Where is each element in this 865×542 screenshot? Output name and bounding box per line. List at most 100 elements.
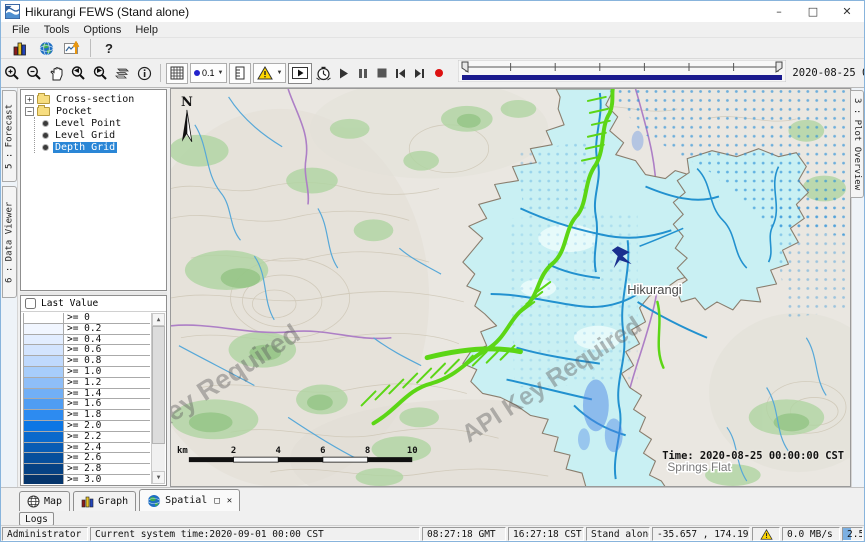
left-panel: + Cross-section − Pocket Level Point: [18, 88, 169, 487]
svg-text:N: N: [181, 95, 193, 110]
boxed-play-icon: [292, 67, 308, 79]
scroll-up-icon[interactable]: ▲: [152, 313, 165, 326]
app-window: Hikurangi FEWS (Stand alone) – □ ✕ File …: [0, 0, 865, 542]
tree-item-depth-grid[interactable]: Depth Grid: [41, 141, 166, 153]
animation-timer-button[interactable]: [312, 63, 334, 84]
warning-dropdown[interactable]: ▼: [253, 63, 286, 83]
step-forward-button[interactable]: [410, 63, 429, 84]
legend-row-label: >= 0.2: [64, 324, 150, 334]
tab-spatial[interactable]: Spatial □ ✕: [139, 489, 240, 511]
float-tab-icon[interactable]: □: [214, 496, 219, 506]
legend-row-label: >= 0.8: [64, 356, 150, 366]
tab-plot-overview[interactable]: 3 : Plot Overview: [850, 90, 864, 198]
legend-row-label: >= 1.6: [64, 399, 150, 409]
globe-icon: [39, 41, 54, 56]
map-display-button[interactable]: [33, 39, 59, 58]
layers-icon: [114, 66, 130, 80]
legend-row: >= 2.2: [24, 432, 150, 443]
bottom-tab-bar: Map Graph Spatial □: [1, 487, 864, 511]
grid-display-button[interactable]: [7, 39, 33, 58]
status-system-time: Current system time:2020-09-01 00:00 CST: [90, 527, 420, 541]
tree-item-level-grid[interactable]: Level Grid: [41, 129, 166, 141]
legend-color-swatch: [24, 432, 64, 442]
legend-row-label: >= 0.4: [64, 335, 150, 345]
step-back-icon: [395, 68, 406, 79]
logs-tab[interactable]: Logs: [19, 512, 54, 526]
record-button[interactable]: [429, 63, 448, 84]
maximize-button[interactable]: □: [796, 1, 830, 22]
tab-forecast[interactable]: 5 : Forecast: [2, 90, 17, 182]
current-datetime-label: 2020-08-25 00:00:00 CST: [792, 67, 865, 79]
timeseries-display-button[interactable]: [59, 39, 85, 58]
status-gmt-time: 08:27:18 GMT: [422, 527, 506, 541]
title-bar: Hikurangi FEWS (Stand alone) – □ ✕: [1, 1, 864, 22]
legend-row-label: >= 1.2: [64, 378, 150, 388]
legend-rows: >= 0>= 0.2>= 0.4>= 0.6>= 0.8>= 1.0>= 1.2…: [23, 313, 150, 484]
folder-icon: [37, 107, 50, 116]
warning-icon: [760, 529, 773, 540]
info-button[interactable]: [133, 63, 155, 84]
presentation-button[interactable]: [288, 63, 312, 84]
zoom-out-button[interactable]: [23, 63, 45, 84]
main-area: 5 : Forecast 6 : Data Viewer + Cross-sec…: [1, 88, 864, 487]
close-tab-icon[interactable]: ✕: [227, 496, 232, 506]
folder-icon: [37, 95, 50, 104]
time-slider[interactable]: [458, 60, 786, 87]
tab-graph[interactable]: Graph: [73, 491, 136, 511]
zoom-forward-icon: [92, 65, 108, 81]
layers-button[interactable]: [111, 63, 133, 84]
legend-color-swatch: [24, 367, 64, 377]
map-time-label: Time: 2020-08-25 00:00:00 CST: [662, 450, 844, 462]
globe-icon: [147, 494, 161, 508]
last-value-label: Last Value: [41, 298, 98, 309]
menu-options[interactable]: Options: [76, 24, 128, 36]
zoom-next-button[interactable]: [89, 63, 111, 84]
scroll-down-icon[interactable]: ▼: [152, 471, 165, 484]
pause-button[interactable]: [353, 63, 372, 84]
status-warning: [752, 527, 780, 541]
zoom-previous-button[interactable]: [67, 63, 89, 84]
zoom-in-button[interactable]: [1, 63, 23, 84]
help-button[interactable]: ?: [96, 39, 122, 58]
menu-tools[interactable]: Tools: [37, 24, 77, 36]
grid-overlay-button[interactable]: [166, 63, 188, 84]
scroll-thumb[interactable]: [152, 326, 165, 444]
stop-icon: [377, 68, 387, 78]
legend-color-swatch: [24, 378, 64, 388]
tree-item-cross-section[interactable]: + Cross-section: [25, 93, 166, 105]
map-view[interactable]: API Key Required API Key Required Hikura…: [170, 88, 851, 487]
main-toolbar: ?: [1, 38, 864, 59]
tree-item-level-point[interactable]: Level Point: [41, 117, 166, 129]
town-label: Hikurangi: [627, 282, 681, 297]
menu-file[interactable]: File: [5, 24, 37, 36]
status-local-time: 16:27:18 CST: [508, 527, 584, 541]
wire-globe-icon: [27, 495, 40, 508]
layer-dot-icon: [43, 133, 48, 138]
last-value-checkbox[interactable]: [25, 298, 36, 309]
interval-dropdown[interactable]: 0.1 ▼: [190, 63, 227, 83]
status-user: Administrator: [2, 527, 88, 541]
pan-button[interactable]: [45, 63, 67, 84]
tab-data-viewer[interactable]: 6 : Data Viewer: [2, 186, 17, 298]
legend-color-swatch: [24, 324, 64, 334]
scale-bar-button[interactable]: [229, 63, 251, 84]
minimize-button[interactable]: –: [762, 1, 796, 22]
stop-button[interactable]: [372, 63, 391, 84]
layer-dot-icon: [43, 145, 48, 150]
app-logo-icon: [5, 4, 20, 19]
legend-row-label: >= 0.6: [64, 345, 150, 355]
pause-icon: [358, 68, 368, 79]
zoom-out-icon: [26, 65, 42, 81]
play-button[interactable]: [334, 63, 353, 84]
close-button[interactable]: ✕: [830, 1, 864, 22]
legend-scrollbar[interactable]: ▲ ▼: [151, 313, 165, 484]
menu-help[interactable]: Help: [128, 24, 165, 36]
tab-map[interactable]: Map: [19, 491, 70, 511]
expand-icon[interactable]: +: [25, 95, 34, 104]
collapse-icon[interactable]: −: [25, 107, 34, 116]
ruler-icon: [234, 66, 246, 80]
legend-color-swatch: [24, 421, 64, 431]
tree-item-pocket[interactable]: − Pocket: [25, 105, 166, 117]
step-back-button[interactable]: [391, 63, 410, 84]
map-toolbar: 0.1 ▼ ▼: [1, 59, 864, 88]
